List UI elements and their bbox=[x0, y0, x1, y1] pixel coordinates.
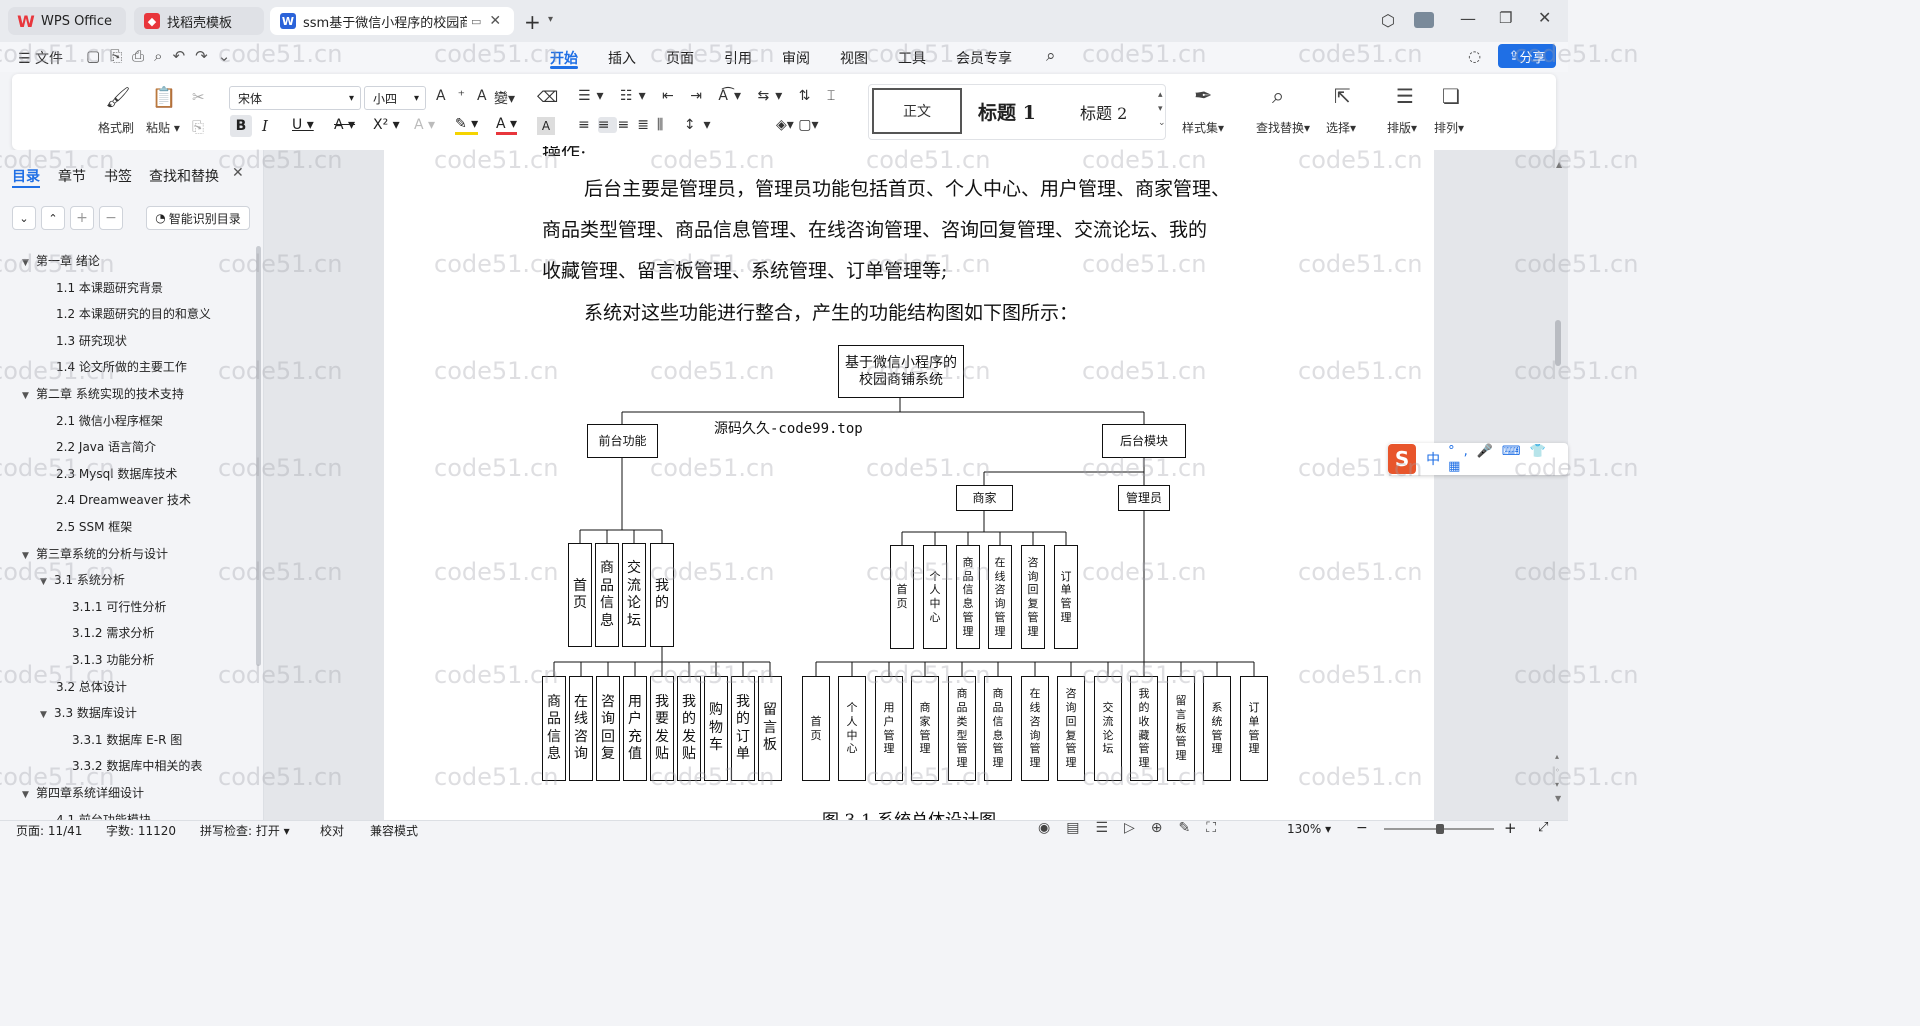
diagram-node: 用户充值 bbox=[623, 676, 647, 781]
diagram-node: 交流论坛 bbox=[1094, 676, 1122, 781]
diagram-node: 个人中心 bbox=[838, 676, 866, 781]
diagram-node: 商家管理 bbox=[911, 676, 939, 781]
diagram-node: 首页 bbox=[568, 543, 592, 647]
diagram-node: 商品信息管理 bbox=[984, 676, 1012, 781]
status-words[interactable]: 字数: 11120 bbox=[106, 822, 176, 839]
diagram-node: 咨询回复管理 bbox=[1057, 676, 1085, 781]
diagram-node: 我的发贴 bbox=[677, 676, 701, 781]
ime-mode[interactable]: 中 bbox=[1426, 449, 1440, 469]
diagram-node: 用户管理 bbox=[875, 676, 903, 781]
diagram-node: 商品信息 bbox=[595, 543, 619, 647]
diagram-node: 留言板管理 bbox=[1167, 676, 1195, 781]
diagram-node: 咨询回复 bbox=[596, 676, 620, 781]
fullscreen-icon[interactable]: ⤢ bbox=[1538, 820, 1548, 835]
page-nav-icons[interactable]: ▴ ◦ ▾ ▼ bbox=[1555, 750, 1561, 806]
diagram-node: 订单管理 bbox=[1240, 676, 1268, 781]
diagram-node: 我的收藏管理 bbox=[1130, 676, 1158, 781]
diagram-node: 我要发贴 bbox=[650, 676, 674, 781]
diagram-node: 首页 bbox=[802, 676, 830, 781]
node-back: 后台模块 bbox=[1102, 424, 1186, 458]
zoom-out-icon[interactable]: − bbox=[1356, 820, 1368, 836]
ime-tool-icons[interactable]: °,🎤⌨👕▦ bbox=[1448, 444, 1568, 474]
diagram-node: 订单管理 bbox=[1054, 545, 1078, 649]
figure-caption: 图 3-1 系统总体设计图 bbox=[822, 806, 996, 820]
status-proof[interactable]: 校对 bbox=[320, 822, 344, 839]
diagram-node: 我的订单 bbox=[731, 676, 755, 781]
diagram-node: 我的 bbox=[650, 543, 674, 647]
diagram-node: 系统管理 bbox=[1203, 676, 1231, 781]
diagram-watermark-text: 源码久久-code99.top bbox=[714, 421, 863, 437]
diagram-node: 商品信息管理 bbox=[956, 545, 980, 649]
view-mode-icons[interactable]: ◉▤☰▷⊕✎⛶ bbox=[1038, 820, 1232, 836]
diagram-node: 交流论坛 bbox=[622, 543, 646, 647]
diagram-node: 个人中心 bbox=[923, 545, 947, 649]
diagram-node: 首页 bbox=[890, 545, 914, 649]
diagram-node: 在线咨询管理 bbox=[988, 545, 1012, 649]
diagram-node: 商品信息 bbox=[542, 676, 566, 781]
diagram-node: 购物车 bbox=[704, 676, 728, 781]
node-root: 基于微信小程序的校园商铺系统 bbox=[838, 345, 964, 398]
ime-toolbar[interactable]: S 中 °,🎤⌨👕▦ bbox=[1388, 443, 1568, 475]
diagram-node: 咨询回复管理 bbox=[1021, 545, 1045, 649]
status-page[interactable]: 页面: 11/41 bbox=[16, 822, 82, 839]
sogou-logo-icon: S bbox=[1388, 444, 1417, 474]
node-merchant: 商家 bbox=[956, 485, 1013, 511]
node-admin: 管理员 bbox=[1118, 485, 1170, 511]
zoom-level[interactable]: 130% ▾ bbox=[1287, 822, 1331, 836]
diagram-node: 在线咨询管理 bbox=[1021, 676, 1049, 781]
zoom-slider-handle[interactable] bbox=[1436, 824, 1444, 834]
zoom-in-icon[interactable]: + bbox=[1504, 819, 1517, 837]
diagram-node: 留言板 bbox=[758, 676, 782, 781]
document-scrollbar-thumb[interactable] bbox=[1555, 320, 1561, 366]
status-compat: 兼容模式 bbox=[370, 824, 419, 838]
diagram-node: 在线咨询 bbox=[569, 676, 593, 781]
status-spell[interactable]: 拼写检查: 打开 ▾ bbox=[200, 822, 290, 839]
scroll-up-icon[interactable]: ▲ bbox=[1556, 160, 1562, 169]
node-front: 前台功能 bbox=[587, 424, 658, 458]
diagram-node: 商品类型管理 bbox=[948, 676, 976, 781]
